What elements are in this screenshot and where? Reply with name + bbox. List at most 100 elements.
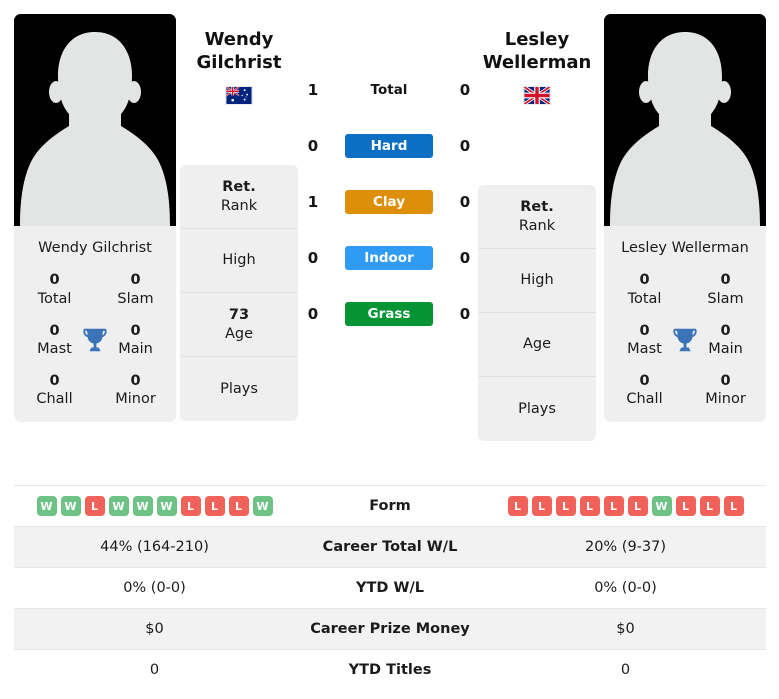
stat-slam-value-left: 0 bbox=[130, 272, 141, 289]
info-rank-value-right: Ret. bbox=[520, 199, 554, 216]
stat-slam-right: 0 Slam bbox=[685, 271, 766, 307]
h2h-score-left-clay: 1 bbox=[307, 193, 319, 211]
player-stats-card-right: Lesley Wellerman 0 Total 0 Slam 0 Mast 0… bbox=[604, 226, 766, 423]
info-row-plays-left: Plays bbox=[180, 357, 298, 421]
form-badge-left-9[interactable]: W bbox=[252, 496, 273, 516]
stat-slam-value-right: 0 bbox=[720, 272, 731, 289]
info-high-label-left: High bbox=[222, 252, 256, 269]
info-row-rank-right: Ret. Rank bbox=[478, 185, 596, 249]
player-name-heading-right[interactable]: Lesley Wellerman bbox=[478, 28, 596, 106]
table-row: $0 Career Prize Money $0 bbox=[14, 608, 766, 650]
stat-total-left: 0 Total bbox=[14, 271, 95, 307]
form-badge-left-7[interactable]: L bbox=[204, 496, 225, 516]
table-row: W W L W W W L L L W Form L L L L L L W L L L bbox=[14, 485, 766, 527]
info-rank-label-right: Rank bbox=[518, 217, 556, 234]
player-card-name-right: Lesley Wellerman bbox=[621, 240, 749, 256]
info-age-label-right: Age bbox=[522, 336, 552, 353]
surface-badge-hard[interactable]: Hard bbox=[345, 134, 433, 158]
info-high-label-right: High bbox=[520, 272, 554, 289]
form-badge-left-8[interactable]: L bbox=[228, 496, 249, 516]
info-rank-label-left: Rank bbox=[220, 197, 258, 214]
form-badge-right-8[interactable]: L bbox=[699, 496, 720, 516]
h2h-score-right-grass: 0 bbox=[459, 305, 471, 323]
stat-slam-label-left: Slam bbox=[117, 290, 154, 307]
surface-row-grass: 0 Grass 0 bbox=[300, 286, 478, 342]
form-badge-left-1[interactable]: W bbox=[60, 496, 81, 516]
player-first-name-left: Wendy bbox=[204, 29, 274, 50]
stat-main-label-right: Main bbox=[708, 340, 743, 357]
form-badge-left-6[interactable]: L bbox=[180, 496, 201, 516]
info-row-age-left: 73 Age bbox=[180, 293, 298, 357]
cell-left-2: 0% (0-0) bbox=[14, 567, 295, 609]
form-badge-right-2[interactable]: L bbox=[555, 496, 576, 516]
info-age-value-left: 73 bbox=[228, 307, 250, 324]
form-badge-left-3[interactable]: W bbox=[108, 496, 129, 516]
stat-main-left: 0 Main bbox=[95, 322, 176, 358]
player-comparison-page: Wendy Gilchrist 0 Total 0 Slam 0 Mast 0 … bbox=[0, 0, 779, 699]
info-plays-label-right: Plays bbox=[518, 400, 556, 417]
form-badge-left-5[interactable]: W bbox=[156, 496, 177, 516]
stat-mast-label-right: Mast bbox=[627, 340, 662, 357]
form-badge-right-0[interactable]: L bbox=[507, 496, 528, 516]
player-card-left[interactable]: Wendy Gilchrist 0 Total 0 Slam 0 Mast 0 … bbox=[14, 14, 176, 423]
stat-total-right: 0 Total bbox=[604, 271, 685, 307]
stat-main-value-right: 0 bbox=[720, 322, 731, 339]
titles-grid-left: 0 Total 0 Slam 0 Mast 0 Main 0 Chall 0 M… bbox=[14, 271, 176, 408]
stat-chall-value-right: 0 bbox=[639, 372, 650, 389]
comparison-table: W W L W W W L L L W Form L L L L L L W L L L 44% (164-210) Car… bbox=[14, 485, 766, 691]
info-row-high-right: High bbox=[478, 249, 596, 313]
info-row-plays-right: Plays bbox=[478, 377, 596, 441]
stat-mast-value-right: 0 bbox=[639, 322, 650, 339]
person-silhouette-icon bbox=[604, 14, 766, 226]
form-strip-left: WWLWWWLLLW bbox=[20, 496, 289, 516]
cell-right-0: LLLLLLWLLL bbox=[485, 485, 766, 527]
player-photo-right bbox=[604, 14, 766, 226]
form-badge-right-7[interactable]: L bbox=[675, 496, 696, 516]
surface-row-clay: 1 Clay 0 bbox=[300, 174, 478, 230]
h2h-score-right-total: 0 bbox=[459, 81, 471, 99]
form-strip-right: LLLLLLWLLL bbox=[491, 496, 760, 516]
cell-label-3: Career Prize Money bbox=[295, 608, 485, 650]
info-row-high-left: High bbox=[180, 229, 298, 293]
titles-grid-right: 0 Total 0 Slam 0 Mast 0 Main 0 Chall 0 M… bbox=[604, 271, 766, 408]
form-badge-right-9[interactable]: L bbox=[723, 496, 744, 516]
player-card-name-left: Wendy Gilchrist bbox=[38, 240, 152, 256]
info-age-label-left: Age bbox=[224, 325, 254, 342]
h2h-score-right-clay: 0 bbox=[459, 193, 471, 211]
player-photo-left bbox=[14, 14, 176, 226]
stat-mast-value-left: 0 bbox=[49, 322, 60, 339]
player-info-card-right: Ret. Rank High Age Plays bbox=[478, 185, 596, 441]
h2h-score-left-total: 1 bbox=[307, 81, 319, 99]
cell-right-1: 20% (9-37) bbox=[485, 526, 766, 568]
surface-row-indoor: 0 Indoor 0 bbox=[300, 230, 478, 286]
form-badge-left-0[interactable]: W bbox=[36, 496, 57, 516]
form-badge-right-4[interactable]: L bbox=[603, 496, 624, 516]
surface-badge-total[interactable]: Total bbox=[345, 78, 433, 102]
stat-slam-label-right: Slam bbox=[707, 290, 744, 307]
stat-chall-label-left: Chall bbox=[36, 391, 73, 408]
cell-left-1: 44% (164-210) bbox=[14, 526, 295, 568]
stat-minor-label-right: Minor bbox=[705, 391, 746, 408]
player-info-card-left: Ret. Rank High 73 Age Plays bbox=[180, 165, 298, 421]
form-badge-left-4[interactable]: W bbox=[132, 496, 153, 516]
australia-flag-icon bbox=[225, 86, 253, 106]
cell-right-4: 0 bbox=[485, 649, 766, 691]
person-silhouette-icon bbox=[14, 14, 176, 226]
surface-badge-grass[interactable]: Grass bbox=[345, 302, 433, 326]
form-badge-right-3[interactable]: L bbox=[579, 496, 600, 516]
surface-badge-indoor[interactable]: Indoor bbox=[345, 246, 433, 270]
form-badge-right-1[interactable]: L bbox=[531, 496, 552, 516]
cell-right-2: 0% (0-0) bbox=[485, 567, 766, 609]
h2h-score-left-grass: 0 bbox=[307, 305, 319, 323]
player-last-name-right: Wellerman bbox=[482, 52, 592, 74]
form-badge-right-5[interactable]: L bbox=[627, 496, 648, 516]
table-row: 0% (0-0) YTD W/L 0% (0-0) bbox=[14, 567, 766, 609]
player-name-heading-left[interactable]: Wendy Gilchrist bbox=[180, 28, 298, 106]
stat-minor-value-left: 0 bbox=[130, 372, 141, 389]
form-badge-left-2[interactable]: L bbox=[84, 496, 105, 516]
cell-label-1: Career Total W/L bbox=[295, 526, 485, 568]
stat-chall-left: 0 Chall bbox=[14, 372, 95, 408]
form-badge-right-6[interactable]: W bbox=[651, 496, 672, 516]
surface-badge-clay[interactable]: Clay bbox=[345, 190, 433, 214]
player-card-right[interactable]: Lesley Wellerman 0 Total 0 Slam 0 Mast 0… bbox=[604, 14, 766, 423]
